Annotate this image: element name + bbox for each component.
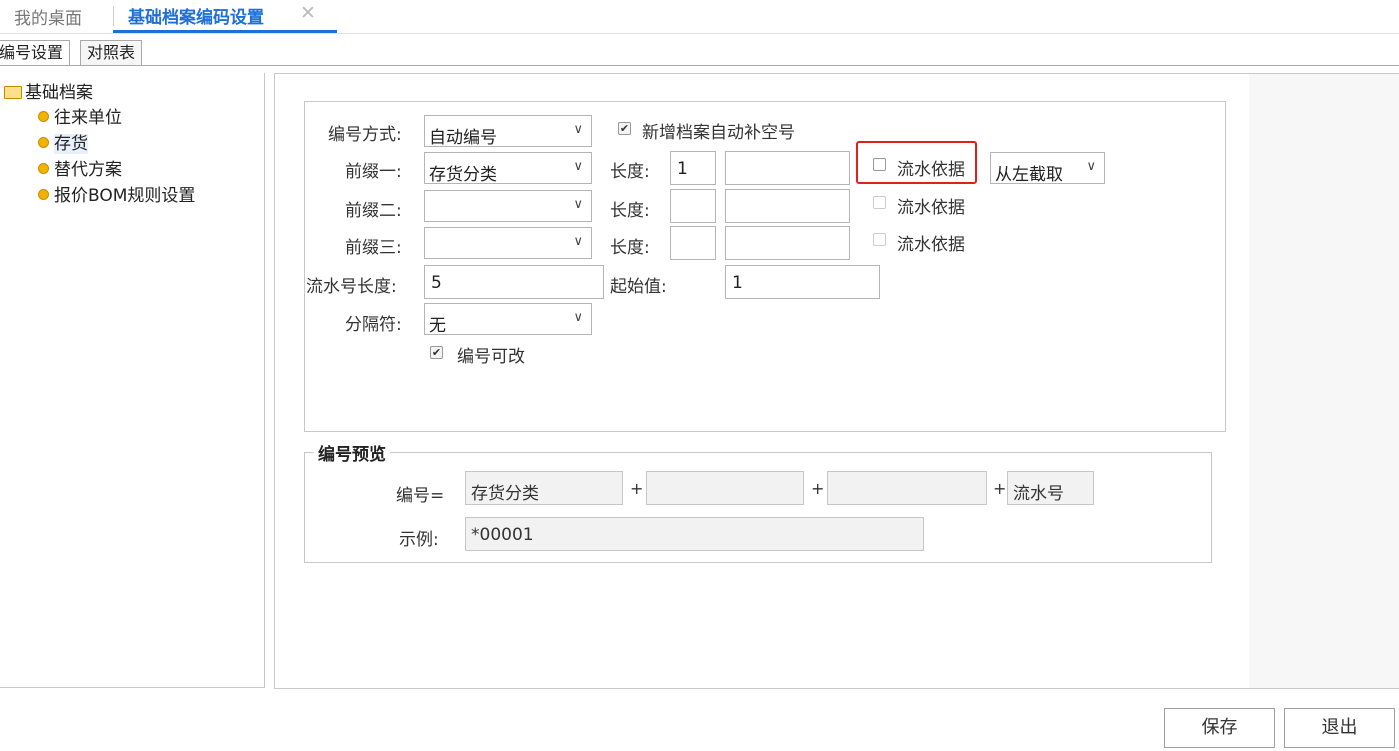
preview-part3 [827, 471, 987, 505]
subtab-numbering[interactable]: 编号设置 [0, 40, 71, 66]
chevron-down-icon: ∨ [573, 122, 583, 137]
node-dot-icon [38, 163, 49, 174]
subtab-mapping[interactable]: 对照表 [80, 40, 143, 66]
chevron-down-icon: ∨ [573, 310, 583, 325]
serial-basis1-label: 流水依据 [897, 160, 965, 180]
tree-item-label: 报价BOM规则设置 [54, 186, 196, 206]
preview-part4: 流水号 [1007, 471, 1094, 505]
tree-item-bom-rules[interactable]: 报价BOM规则设置 [38, 181, 195, 206]
serial-basis1-checkbox[interactable] [873, 158, 886, 171]
mode-select-value: 自动编号 [429, 128, 497, 148]
tree-item-inventory[interactable]: 存货 [38, 129, 88, 154]
prefix2-extra-input[interactable] [725, 189, 850, 223]
chevron-down-icon: ∨ [573, 197, 583, 212]
tree-item-alternatives[interactable]: 替代方案 [38, 155, 122, 180]
length1-input[interactable]: 1 [670, 151, 716, 185]
mode-select[interactable]: 自动编号 ∨ [424, 115, 592, 148]
serial-basis2-label: 流水依据 [897, 198, 965, 218]
tree-root[interactable]: 基础档案 [4, 78, 93, 103]
autofill-label: 新增档案自动补空号 [642, 123, 795, 143]
plus-sign: + [630, 479, 644, 498]
autofill-checkbox[interactable]: ✔ [618, 122, 631, 135]
close-tab-icon[interactable]: ✕ [300, 2, 316, 24]
plus-sign: + [993, 479, 1007, 498]
mode-label: 编号方式: [328, 125, 402, 145]
start-value-input[interactable]: 1 [725, 265, 880, 299]
separator-label: 分隔符: [345, 315, 402, 335]
start-value-label: 起始值: [610, 277, 667, 297]
tree-item-label: 存货 [54, 134, 88, 154]
preview-part2 [646, 471, 804, 505]
example-label: 示例: [399, 530, 439, 550]
tree-item-partners[interactable]: 往来单位 [38, 103, 122, 128]
folder-open-icon [4, 86, 22, 99]
separator-select[interactable]: 无 ∨ [424, 303, 592, 336]
prefix1-extra-input[interactable] [725, 151, 850, 185]
tabbar-divider [0, 33, 1399, 34]
prefix3-select[interactable]: ∨ [424, 227, 592, 259]
chevron-down-icon: ∨ [1086, 159, 1096, 174]
chevron-down-icon: ∨ [573, 234, 583, 249]
node-dot-icon [38, 111, 49, 122]
prefix3-extra-input[interactable] [725, 226, 850, 260]
tab-coding-settings[interactable]: 基础档案编码设置 [128, 3, 264, 28]
preview-legend: 编号预览 [314, 440, 390, 465]
right-strip [1249, 73, 1399, 689]
tree-item-label: 替代方案 [54, 160, 122, 180]
prefix1-label: 前缀一: [345, 162, 402, 182]
length3-label: 长度: [610, 238, 650, 258]
tree-panel: 基础档案 往来单位 存货 替代方案 报价BOM规则设置 [0, 73, 265, 688]
length2-label: 长度: [610, 201, 650, 221]
tree-root-label: 基础档案 [25, 83, 93, 103]
example-value: *00001 [465, 517, 924, 551]
prefix3-label: 前缀三: [345, 238, 402, 258]
editable-checkbox[interactable]: ✔ [430, 346, 443, 359]
tab-divider [113, 6, 114, 26]
separator-select-value: 无 [429, 316, 446, 336]
preview-part1: 存货分类 [465, 471, 623, 505]
length3-input[interactable] [670, 226, 716, 260]
serial-length-label: 流水号长度: [306, 277, 397, 297]
save-button[interactable]: 保存 [1164, 708, 1275, 748]
prefix1-select[interactable]: 存货分类 ∨ [424, 152, 592, 185]
tab-my-desktop[interactable]: 我的桌面 [14, 4, 82, 29]
chevron-down-icon: ∨ [573, 159, 583, 174]
length2-input[interactable] [670, 189, 716, 223]
plus-sign: + [811, 479, 825, 498]
cut-direction-select[interactable]: 从左截取 ∨ [990, 152, 1105, 185]
serial-length-input[interactable]: 5 [424, 265, 604, 299]
serial-basis3-label: 流水依据 [897, 235, 965, 255]
length1-label: 长度: [610, 162, 650, 182]
node-dot-icon [38, 137, 49, 148]
exit-button[interactable]: 退出 [1284, 708, 1395, 748]
tree-item-label: 往来单位 [54, 108, 122, 128]
prefix2-select[interactable]: ∨ [424, 190, 592, 222]
serial-basis3-checkbox[interactable] [873, 233, 886, 246]
code-label: 编号= [396, 486, 445, 506]
prefix1-select-value: 存货分类 [429, 165, 497, 185]
cut-direction-value: 从左截取 [995, 165, 1063, 185]
prefix2-label: 前缀二: [345, 201, 402, 221]
subtab-divider [0, 65, 1399, 66]
editable-label: 编号可改 [457, 347, 525, 367]
node-dot-icon [38, 189, 49, 200]
serial-basis2-checkbox[interactable] [873, 196, 886, 209]
